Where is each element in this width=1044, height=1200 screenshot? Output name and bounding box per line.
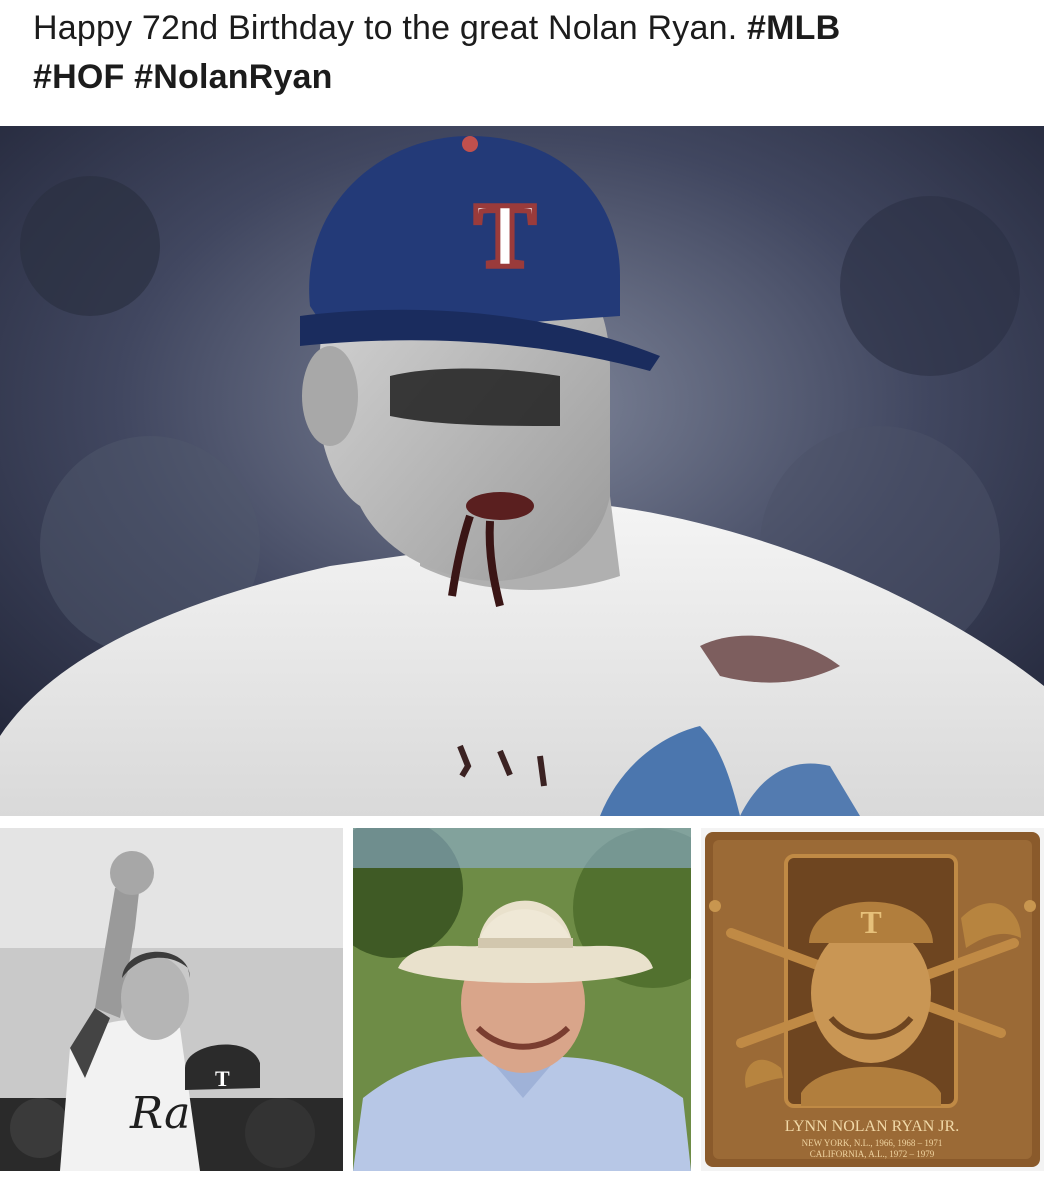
post-caption: Happy 72nd Birthday to the great Nolan R… bbox=[33, 4, 1023, 102]
cowboy-illustration bbox=[353, 828, 691, 1171]
hero-photo[interactable]: T bbox=[0, 126, 1044, 816]
caption-text: Happy 72nd Birthday to the great Nolan R… bbox=[33, 9, 747, 47]
celebration-illustration: Ra T bbox=[0, 828, 343, 1171]
thumbnail-hof-plaque-photo[interactable]: T LYNN NOLAN RYAN JR. NEW YORK, N.L., 19… bbox=[701, 828, 1044, 1171]
celebration-cap-logo: T bbox=[215, 1066, 230, 1091]
hof-plaque-illustration: T LYNN NOLAN RYAN JR. NEW YORK, N.L., 19… bbox=[701, 828, 1044, 1171]
hero-photo-illustration: T bbox=[0, 126, 1044, 816]
hashtag-nolanryan[interactable]: #NolanRyan bbox=[134, 58, 333, 96]
hero-cap-logo: T bbox=[474, 184, 535, 286]
plaque-line-2: CALIFORNIA, A.L., 1972 – 1979 bbox=[810, 1149, 935, 1159]
hashtag-hof[interactable]: #HOF bbox=[33, 58, 124, 96]
plaque-cap-logo: T bbox=[860, 904, 881, 940]
plaque-line-1: NEW YORK, N.L., 1966, 1968 – 1971 bbox=[802, 1138, 943, 1148]
social-post: Happy 72nd Birthday to the great Nolan R… bbox=[0, 0, 1044, 1200]
plaque-name: LYNN NOLAN RYAN JR. bbox=[785, 1118, 959, 1135]
thumbnail-cowboy-photo[interactable] bbox=[353, 828, 691, 1171]
hashtag-mlb[interactable]: #MLB bbox=[747, 9, 840, 47]
thumbnail-celebration-photo[interactable]: Ra T bbox=[0, 828, 343, 1171]
celebration-jersey-script: Ra bbox=[129, 1088, 190, 1139]
